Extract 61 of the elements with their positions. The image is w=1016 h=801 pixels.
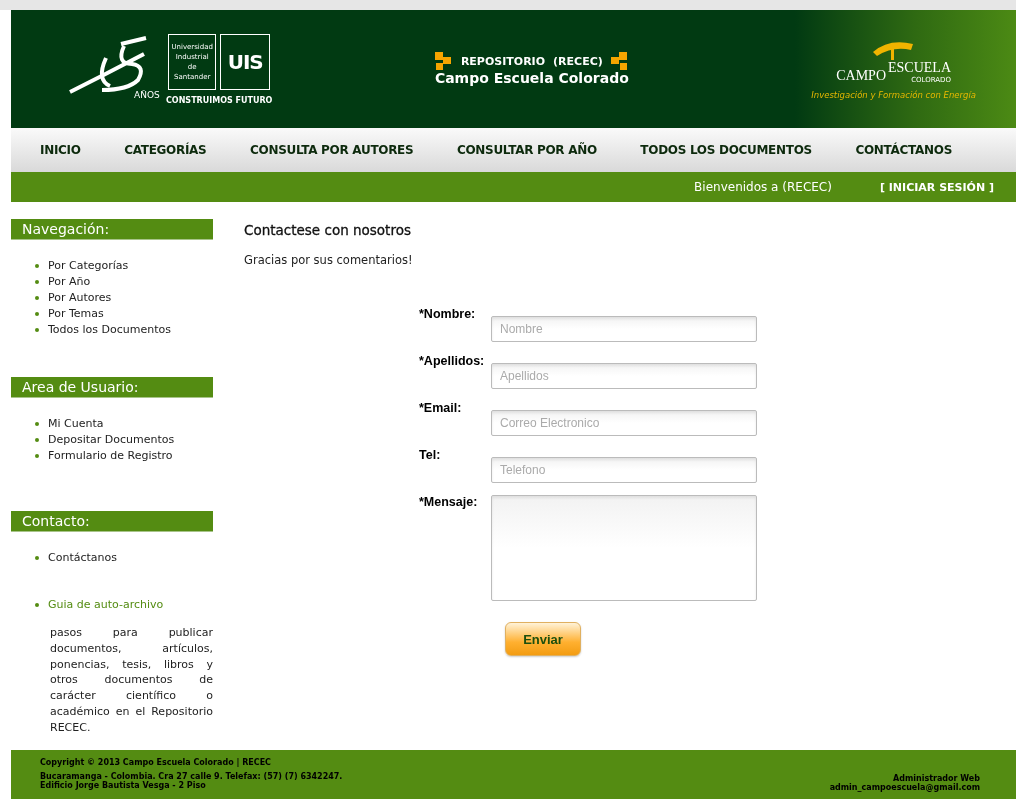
sidebar-link[interactable]: Contáctanos — [48, 550, 117, 566]
sidebar-link[interactable]: Por Año — [48, 274, 91, 290]
university-monogram: UIS — [220, 33, 271, 90]
nav-link[interactable]: CATEGORÍAS — [124, 143, 207, 157]
building-text: Edificio Jorge Bautista Vesga - 2 Piso — [40, 781, 207, 790]
years-label: AÑOS — [134, 90, 160, 100]
copyright-text: Copyright © 2013 Campo Escuela Colorado | RECEC — [40, 758, 272, 767]
admin-email-link[interactable]: admin_campoescuela@gmail.com — [829, 783, 980, 792]
nav-link[interactable]: CONTÁCTANOS — [855, 143, 952, 157]
motto: CONSTRUIMOS FUTURO — [166, 95, 273, 105]
input-field[interactable]: Correo Electronico — [491, 410, 757, 436]
blocks-icon — [610, 52, 629, 70]
bullet-icon — [35, 312, 39, 316]
address-text: Bucaramanga - Colombia. Cra 27 calle 9. Telefax: (57) (7) 6342247. — [40, 772, 343, 781]
nav-link[interactable]: CONSULTA POR AUTORES — [250, 143, 414, 157]
nav-link[interactable]: TODOS LOS DOCUMENTOS — [640, 143, 812, 157]
page-title: Contactese con nosotros — [244, 222, 412, 238]
login-link[interactable]: [ INICIAR SESIÓN ] — [879, 180, 994, 194]
bullet-icon — [35, 603, 39, 607]
admin-label: Administrador Web — [893, 774, 980, 783]
repository-name: Campo Escuela Colorado — [434, 70, 629, 86]
field-label: Tel: — [419, 448, 442, 464]
send-button[interactable]: Enviar — [505, 622, 581, 656]
sidebar-link[interactable]: Formulario de Registro — [48, 448, 173, 464]
sidebar-link[interactable]: Guia de auto-archivo — [48, 597, 164, 613]
welcome-text: Bienvenidos a (RECEC) — [694, 180, 832, 194]
bullet-icon — [35, 280, 39, 284]
sidebar-link[interactable]: Mi Cuenta — [48, 416, 104, 432]
logo-word: CAMPO — [836, 68, 886, 84]
repository-label: REPOSITORIO — [460, 54, 546, 68]
sidebar-link[interactable]: Por Categorías — [48, 258, 129, 274]
sidebar-link[interactable]: Por Temas — [48, 306, 104, 322]
field-label: *Mensaje: — [419, 495, 479, 511]
sidebar-heading: Area de Usuario: — [11, 377, 213, 398]
sidebar-link[interactable]: Depositar Documentos — [48, 432, 175, 448]
thanks-message: Gracias por sus comentarios! — [244, 253, 414, 267]
field-label: *Email: — [419, 401, 463, 417]
sidebar-link[interactable]: Por Autores — [48, 290, 112, 306]
field-label: *Nombre: — [419, 307, 477, 323]
sidebar-link[interactable]: Todos los Documentos — [48, 322, 171, 338]
sidebar-heading: Contacto: — [11, 511, 213, 532]
message-field[interactable] — [491, 495, 757, 601]
bullet-icon — [35, 422, 39, 426]
nav-link[interactable]: CONSULTAR POR AÑO — [456, 143, 597, 157]
repository-abbr: (RECEC) — [553, 54, 603, 68]
bullet-icon — [35, 264, 39, 268]
nav-link[interactable]: INICIO — [40, 143, 81, 157]
sidebar-heading: Navegación: — [11, 219, 213, 240]
input-field[interactable]: Telefono — [491, 457, 757, 483]
input-field[interactable]: Apellidos — [491, 363, 757, 389]
bullet-icon — [35, 556, 39, 560]
input-field[interactable]: Nombre — [491, 316, 757, 342]
bullet-icon — [35, 454, 39, 458]
logo-tagline: Investigación y Formación con Energía — [811, 90, 976, 100]
bullet-icon — [35, 296, 39, 300]
field-label: *Apellidos: — [419, 354, 486, 370]
bullet-icon — [35, 328, 39, 332]
blocks-icon — [434, 52, 453, 70]
guide-description: pasos para publicar documentos, artículos, ponencias, tesis, libros y otros documentos de carácter científico o académico en el Repositorio RECEC. — [50, 625, 213, 736]
bullet-icon — [35, 438, 39, 442]
logo-word: ESCUELA — [888, 60, 951, 76]
